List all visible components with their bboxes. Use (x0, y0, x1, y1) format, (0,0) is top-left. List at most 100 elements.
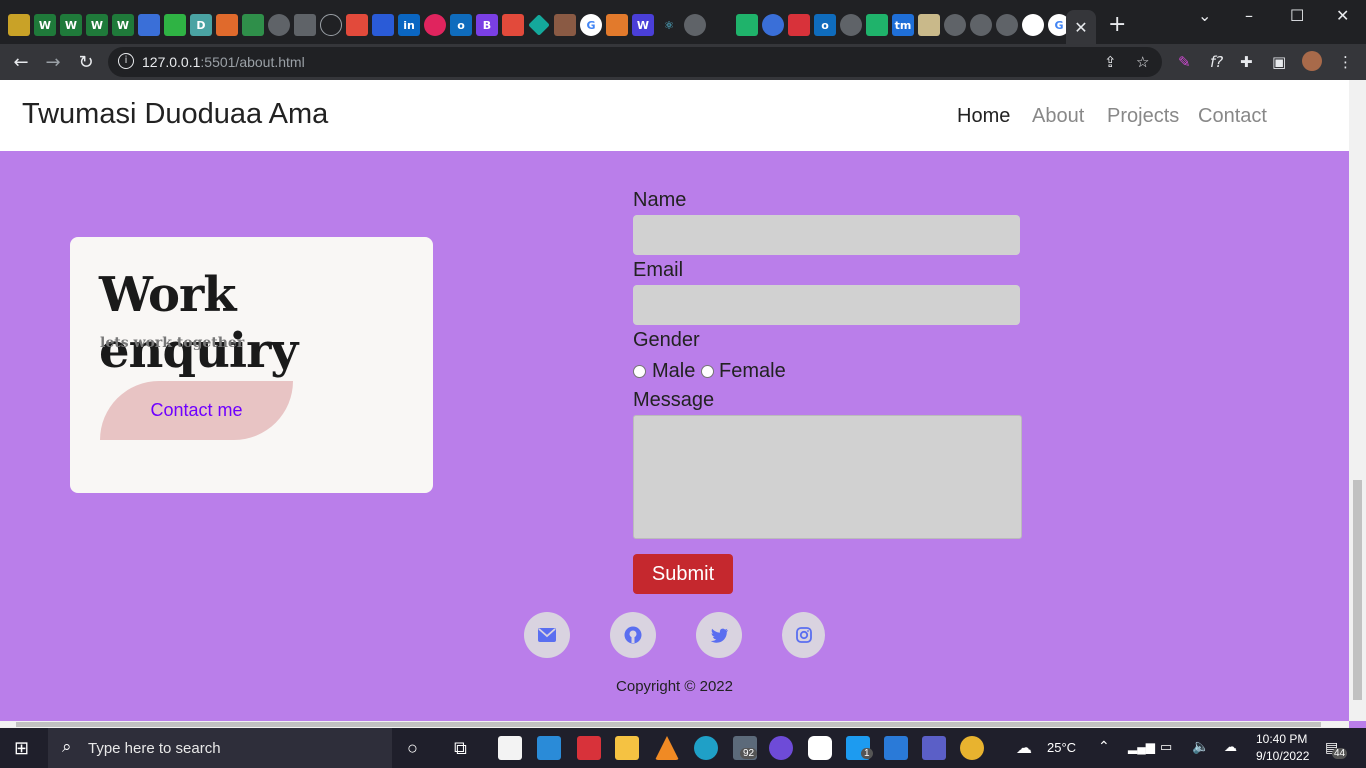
teams-app-icon[interactable] (922, 736, 946, 760)
tab-icon[interactable]: W (112, 14, 134, 36)
maximize-icon[interactable]: ☐ (1290, 6, 1304, 25)
volume-icon[interactable]: 🔈 (1192, 738, 1209, 755)
tab-icon[interactable] (8, 14, 30, 36)
share-icon[interactable]: ⇪ (1104, 53, 1117, 71)
menu-kebab-icon[interactable]: ⋮ (1338, 53, 1353, 71)
tray-chevron-up-icon[interactable]: ⌃ (1098, 738, 1110, 755)
tab-icon[interactable]: W (632, 14, 654, 36)
tab-icon[interactable]: W (86, 14, 108, 36)
tab-icon[interactable] (242, 14, 264, 36)
tab-icon[interactable] (944, 14, 966, 36)
url-text[interactable]: 127.0.0.1:5501/about.html (142, 54, 305, 70)
edge-app-icon[interactable] (694, 736, 718, 760)
tab-icon[interactable] (970, 14, 992, 36)
tab-icon[interactable] (320, 14, 342, 36)
github-social-link[interactable] (610, 612, 656, 658)
vlc-app-icon[interactable] (655, 736, 679, 760)
tab-icon[interactable] (216, 14, 238, 36)
network-icon[interactable]: ▂▄▆ (1128, 740, 1155, 754)
nav-link-home[interactable]: Home (957, 105, 1010, 128)
female-radio[interactable] (701, 365, 714, 378)
back-icon[interactable]: ← (8, 49, 34, 75)
instagram-social-link[interactable] (782, 612, 825, 658)
tab-icon[interactable] (736, 14, 758, 36)
google-tab-icon[interactable]: G (580, 14, 602, 36)
horizontal-scrollbar[interactable] (0, 721, 1349, 728)
twitter-social-link[interactable] (696, 612, 742, 658)
bookmark-star-icon[interactable]: ☆ (1136, 53, 1149, 71)
tab-icon[interactable] (164, 14, 186, 36)
weather-icon[interactable]: ☁ (1016, 738, 1032, 758)
outlook-tab-icon[interactable]: o (450, 14, 472, 36)
linkedin-tab-icon[interactable]: in (398, 14, 420, 36)
reload-icon[interactable]: ↻ (73, 49, 99, 75)
male-radio[interactable] (633, 365, 646, 378)
email-field[interactable] (633, 285, 1020, 325)
clock-time[interactable]: 10:40 PM (1256, 732, 1307, 746)
tab-icon[interactable] (346, 14, 368, 36)
tab-icon[interactable] (710, 14, 732, 36)
tab-icon[interactable] (762, 14, 784, 36)
font-extension-icon[interactable]: f? (1210, 53, 1223, 71)
tab-icon[interactable]: D (190, 14, 212, 36)
tab-icon[interactable] (502, 14, 524, 36)
app-icon[interactable] (884, 736, 908, 760)
new-tab-button[interactable]: + (1108, 12, 1126, 37)
tab-icon[interactable] (138, 14, 160, 36)
minimize-icon[interactable]: – (1245, 6, 1253, 25)
name-field[interactable] (633, 215, 1020, 255)
extensions-puzzle-icon[interactable]: ✚ (1240, 53, 1253, 71)
message-textarea[interactable] (633, 415, 1022, 539)
taskbar-search[interactable]: ⌕ Type here to search (48, 728, 392, 768)
tab-icon[interactable] (268, 14, 290, 36)
submit-button[interactable]: Submit (633, 554, 733, 594)
tab-icon[interactable] (554, 14, 576, 36)
slack-app-icon[interactable] (808, 736, 832, 760)
tab-icon[interactable] (684, 14, 706, 36)
active-tab-close-icon[interactable]: ✕ (1066, 10, 1096, 44)
hscrollbar-thumb[interactable] (16, 722, 1321, 727)
tab-icon[interactable]: W (34, 14, 56, 36)
tab-search-icon[interactable]: ⌄ (1198, 6, 1211, 25)
scrollbar-thumb[interactable] (1353, 480, 1362, 700)
outlook-tab-icon[interactable]: o (814, 14, 836, 36)
tab-icon[interactable] (918, 14, 940, 36)
chrome-app-icon[interactable] (960, 736, 984, 760)
store-app-icon[interactable] (498, 736, 522, 760)
react-tab-icon[interactable]: ⚛ (658, 14, 680, 36)
tab-icon[interactable] (424, 14, 446, 36)
tab-icon[interactable]: W (60, 14, 82, 36)
github-tab-icon[interactable] (1022, 14, 1044, 36)
site-brand[interactable]: Twumasi Duoduaa Ama (22, 98, 328, 131)
extension-icon[interactable]: ✎ (1178, 53, 1191, 71)
female-label[interactable]: Female (719, 360, 786, 383)
app-icon[interactable] (577, 736, 601, 760)
bootstrap-tab-icon[interactable]: B (476, 14, 498, 36)
tab-icon[interactable] (606, 14, 628, 36)
tab-icon[interactable] (294, 14, 316, 36)
site-info-icon[interactable]: i (118, 53, 134, 69)
tab-icon[interactable] (788, 14, 810, 36)
tab-icon[interactable] (372, 14, 394, 36)
tab-icon[interactable]: tm (892, 14, 914, 36)
task-view-icon[interactable]: ⧉ (454, 738, 467, 759)
close-window-icon[interactable]: ✕ (1336, 6, 1349, 25)
battery-icon[interactable]: ▭ (1160, 739, 1172, 755)
email-social-link[interactable] (524, 612, 570, 658)
tab-icon[interactable] (528, 14, 550, 36)
profile-avatar[interactable] (1302, 51, 1322, 71)
tab-icon[interactable] (996, 14, 1018, 36)
contact-me-button[interactable]: Contact me (100, 381, 293, 440)
nav-link-contact[interactable]: Contact (1198, 105, 1267, 128)
nav-link-projects[interactable]: Projects (1107, 105, 1179, 128)
nav-link-about[interactable]: About (1032, 105, 1084, 128)
temperature[interactable]: 25°C (1047, 740, 1076, 755)
tab-icon[interactable] (866, 14, 888, 36)
windows-start-icon[interactable]: ⊞ (14, 738, 29, 759)
address-bar[interactable]: i 127.0.0.1:5501/about.html (108, 47, 1162, 77)
onedrive-icon[interactable]: ☁ (1224, 739, 1237, 755)
clock-date[interactable]: 9/10/2022 (1256, 749, 1309, 763)
side-panel-icon[interactable]: ▣ (1272, 53, 1286, 71)
file-explorer-icon[interactable] (615, 736, 639, 760)
tab-icon[interactable] (840, 14, 862, 36)
